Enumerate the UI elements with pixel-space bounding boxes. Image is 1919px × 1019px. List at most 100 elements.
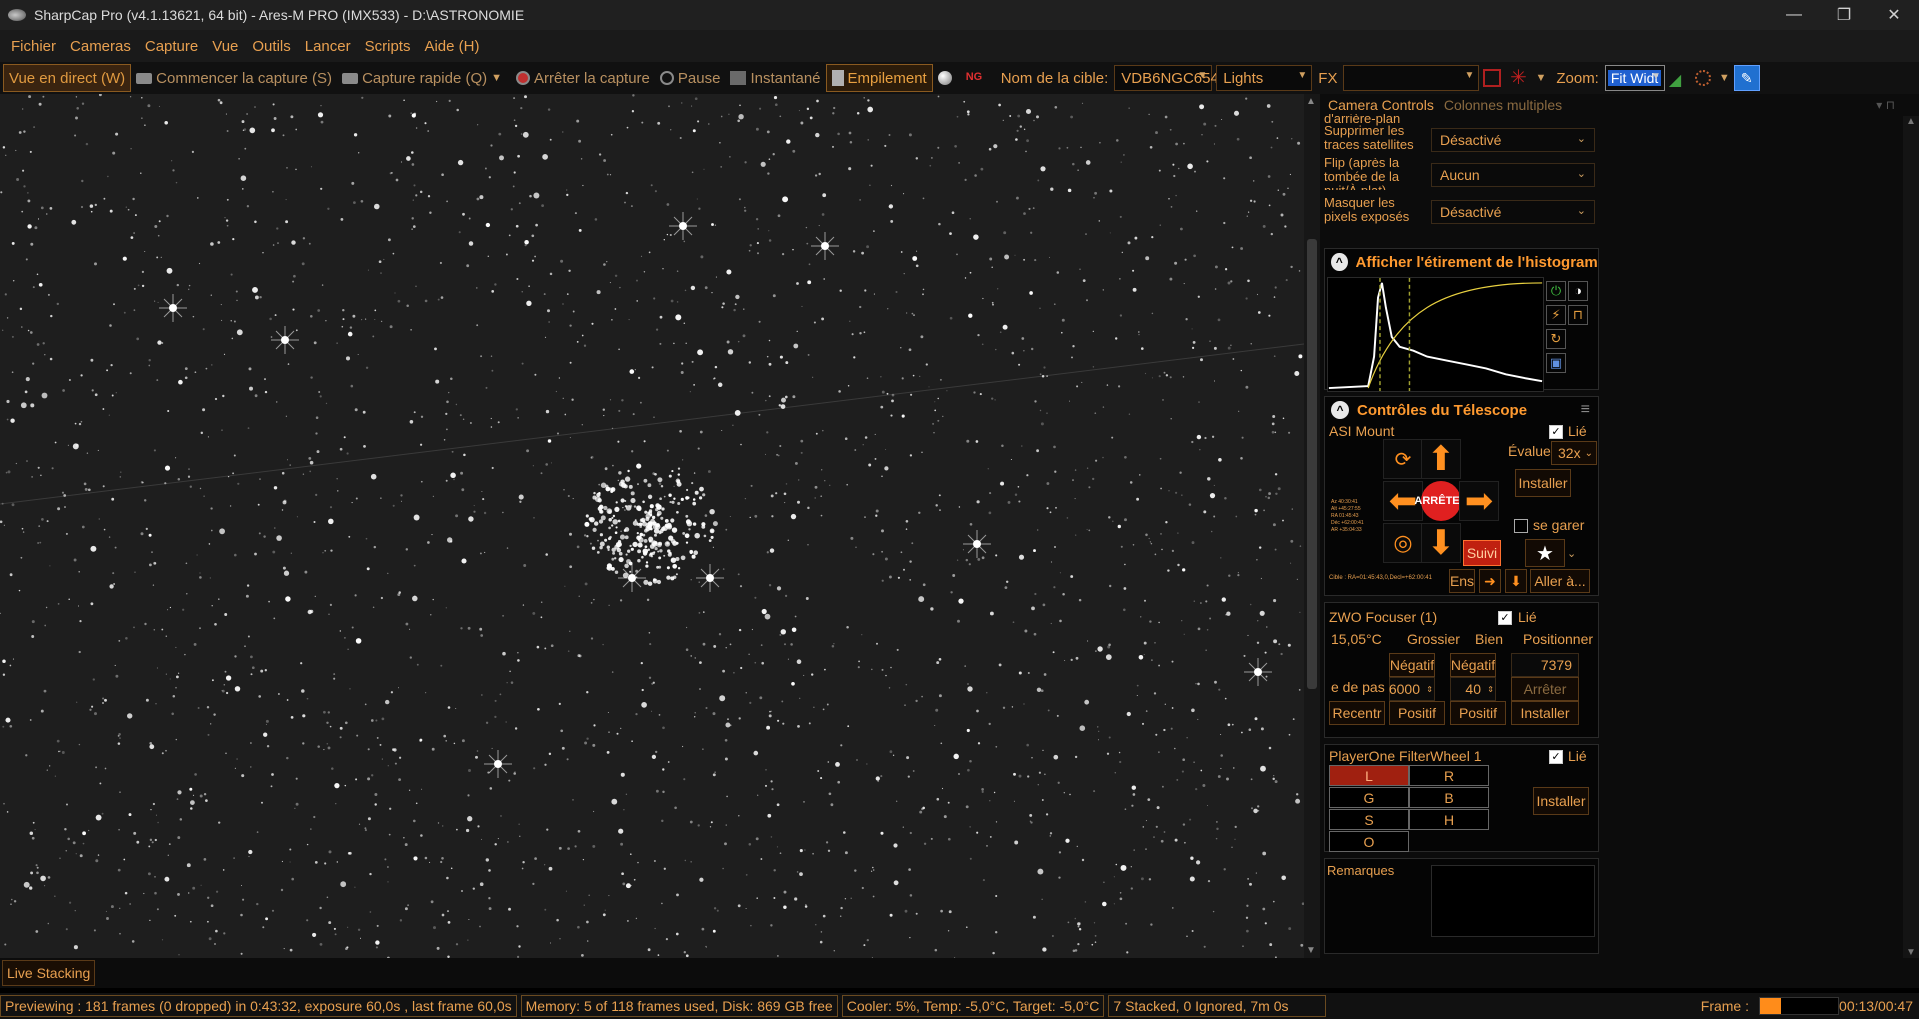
focuser-stop-button[interactable]: Arrêter — [1511, 677, 1579, 701]
scroll-up-icon[interactable]: ▲ — [1906, 116, 1916, 127]
lightning-icon[interactable]: ⚡ — [1546, 305, 1566, 325]
fine-step-field[interactable]: 40 ⇕ — [1450, 677, 1496, 701]
menu-fichier[interactable]: Fichier — [4, 38, 63, 55]
filter-g[interactable]: G — [1329, 787, 1409, 808]
focus-assistant-button[interactable] — [933, 64, 961, 92]
minimize-button[interactable]: — — [1769, 0, 1819, 30]
stepper-icon[interactable]: ⇕ — [1487, 685, 1494, 694]
coarse-negative-button[interactable]: Négatif — [1389, 653, 1435, 677]
selection-area-icon[interactable] — [1483, 69, 1502, 87]
quick-capture-button[interactable]: Capture rapide (Q) ▼ — [337, 64, 511, 92]
stacking-button[interactable]: Empilement — [825, 64, 933, 92]
image-vertical-scrollbar[interactable]: ▲ ▼ — [1304, 94, 1320, 958]
tracking-button[interactable]: Suivi — [1463, 540, 1501, 566]
frame-type-select[interactable]: Lights ▼ — [1216, 65, 1313, 91]
telescope-section-header[interactable]: ^ Contrôles du Télescope ≡ — [1325, 397, 1598, 423]
star-icon[interactable]: ★ — [1525, 539, 1565, 567]
chevron-down-icon[interactable]: ▼ — [491, 72, 502, 84]
pin-icon[interactable]: ✎ — [1733, 65, 1760, 91]
mount-stop-button[interactable]: ARRÊTER — [1414, 481, 1468, 521]
focuser-install-button[interactable]: Installer — [1511, 701, 1579, 725]
menu-vue[interactable]: Vue — [205, 38, 245, 55]
arrow-right-icon[interactable]: ➜ — [1479, 569, 1501, 593]
filter-h[interactable]: H — [1409, 809, 1489, 830]
panel-pin-icon[interactable]: ▾ ⊓ — [1876, 98, 1895, 112]
rate-select[interactable]: 32x ⌄ — [1551, 441, 1597, 465]
scroll-down-icon[interactable]: ▼ — [1306, 945, 1316, 956]
panel-scrollbar[interactable]: ▲ ▼ — [1903, 116, 1919, 958]
filterwheel-linked-checkbox[interactable]: ✓ — [1549, 750, 1563, 764]
chevron-down-icon[interactable]: ⌄ — [1567, 547, 1576, 560]
goto-button[interactable]: Aller à... — [1530, 569, 1590, 593]
menu-outils[interactable]: Outils — [245, 38, 297, 55]
filter-l[interactable]: L — [1329, 765, 1409, 786]
scroll-thumb[interactable] — [1307, 239, 1317, 689]
contrast-icon[interactable]: ◑ — [1568, 281, 1588, 301]
filterwheel-install-button[interactable]: Installer — [1533, 787, 1589, 815]
chevron-down-icon[interactable]: ▼ — [1535, 72, 1546, 84]
histogram-section-header[interactable]: ^ Afficher l'étirement de l'histogramme — [1325, 249, 1598, 275]
focuser-linked-checkbox[interactable]: ✓ — [1498, 611, 1512, 625]
timer-icon[interactable] — [1694, 70, 1711, 86]
ng-button[interactable]: NG — [961, 64, 995, 92]
fx-select[interactable]: ▼ — [1343, 65, 1480, 91]
collapse-icon[interactable]: ^ — [1331, 401, 1349, 419]
maximize-button[interactable]: ❐ — [1819, 0, 1869, 30]
tab-multi-columns[interactable]: Colonnes multiples — [1444, 97, 1562, 113]
reticle-icon[interactable]: ✳ — [1509, 68, 1527, 88]
lock-icon[interactable]: ⊓ — [1568, 305, 1588, 325]
mask-pixels-select[interactable]: Désactivé ⌄ — [1431, 200, 1595, 224]
stop-capture-button[interactable]: Arrêter la capture — [511, 64, 655, 92]
center-target-icon[interactable]: ◎ — [1383, 523, 1423, 563]
arrow-down-icon[interactable]: ⬇ — [1505, 569, 1527, 593]
park-checkbox[interactable] — [1514, 519, 1528, 533]
menu-lancer[interactable]: Lancer — [298, 38, 358, 55]
histogram-icon[interactable]: ◢ — [1669, 70, 1687, 89]
coarse-step-field[interactable]: 6000 ⇕ — [1389, 677, 1435, 701]
tab-camera-controls[interactable]: Camera Controls — [1328, 97, 1434, 113]
collapse-icon[interactable]: ^ — [1331, 253, 1348, 271]
scroll-up-icon[interactable]: ▲ — [1306, 96, 1316, 107]
filter-b[interactable]: B — [1409, 787, 1489, 808]
live-view-button[interactable]: Vue en direct (W) — [3, 64, 132, 92]
move-north-icon[interactable]: ⬆ — [1421, 439, 1461, 479]
coarse-positive-button[interactable]: Positif — [1389, 701, 1445, 725]
move-east-icon[interactable]: ➡ — [1459, 481, 1499, 521]
flip-select[interactable]: Aucun ⌄ — [1431, 163, 1595, 187]
spiral-search-icon[interactable]: ⟳ — [1383, 439, 1423, 479]
filter-s[interactable]: S — [1329, 809, 1409, 830]
snapshot-button[interactable]: Instantané — [725, 64, 825, 92]
mount-install-button[interactable]: Installer — [1515, 469, 1571, 497]
target-name-select[interactable]: VDB6NGC654 ▼ — [1114, 65, 1219, 91]
recenter-button[interactable]: Recentr — [1329, 701, 1385, 725]
menu-cameras[interactable]: Cameras — [63, 38, 138, 55]
fine-positive-button[interactable]: Positif — [1450, 701, 1506, 725]
move-south-icon[interactable]: ⬇ — [1421, 523, 1461, 563]
menu-aide[interactable]: Aide (H) — [417, 38, 486, 55]
scroll-down-icon[interactable]: ▼ — [1906, 947, 1916, 958]
menu-icon[interactable]: ≡ — [1581, 401, 1590, 419]
filter-o[interactable]: O — [1329, 831, 1409, 852]
window-title: SharpCap Pro (v4.1.13621, 64 bit) - Ares… — [34, 7, 525, 23]
set-button[interactable]: Ens — [1449, 569, 1475, 593]
focuser-position-field[interactable]: 7379 — [1511, 653, 1579, 677]
reset-icon[interactable]: ↻ — [1546, 329, 1566, 349]
live-stacking-tab[interactable]: Live Stacking — [2, 960, 96, 986]
menu-scripts[interactable]: Scripts — [358, 38, 418, 55]
pause-button[interactable]: Pause — [655, 64, 726, 92]
mount-linked-checkbox[interactable]: ✓ — [1549, 425, 1563, 439]
zoom-select[interactable]: Fit Widt ▼ — [1604, 65, 1665, 91]
chevron-down-icon[interactable]: ▼ — [1719, 72, 1730, 84]
satellite-trails-select[interactable]: Désactivé ⌄ — [1431, 128, 1595, 152]
menu-capture[interactable]: Capture — [138, 38, 205, 55]
remarks-textarea[interactable] — [1431, 865, 1595, 937]
camera-image-view[interactable] — [0, 94, 1304, 958]
power-icon[interactable]: ⏻ — [1546, 281, 1566, 301]
histogram-plot[interactable] — [1327, 277, 1544, 392]
filter-r[interactable]: R — [1409, 765, 1489, 786]
start-capture-button[interactable]: Commencer la capture (S) — [131, 64, 337, 92]
save-icon[interactable]: ▣ — [1546, 353, 1566, 373]
close-button[interactable]: ✕ — [1869, 0, 1919, 30]
stepper-icon[interactable]: ⇕ — [1426, 685, 1433, 694]
fine-negative-button[interactable]: Négatif — [1450, 653, 1496, 677]
